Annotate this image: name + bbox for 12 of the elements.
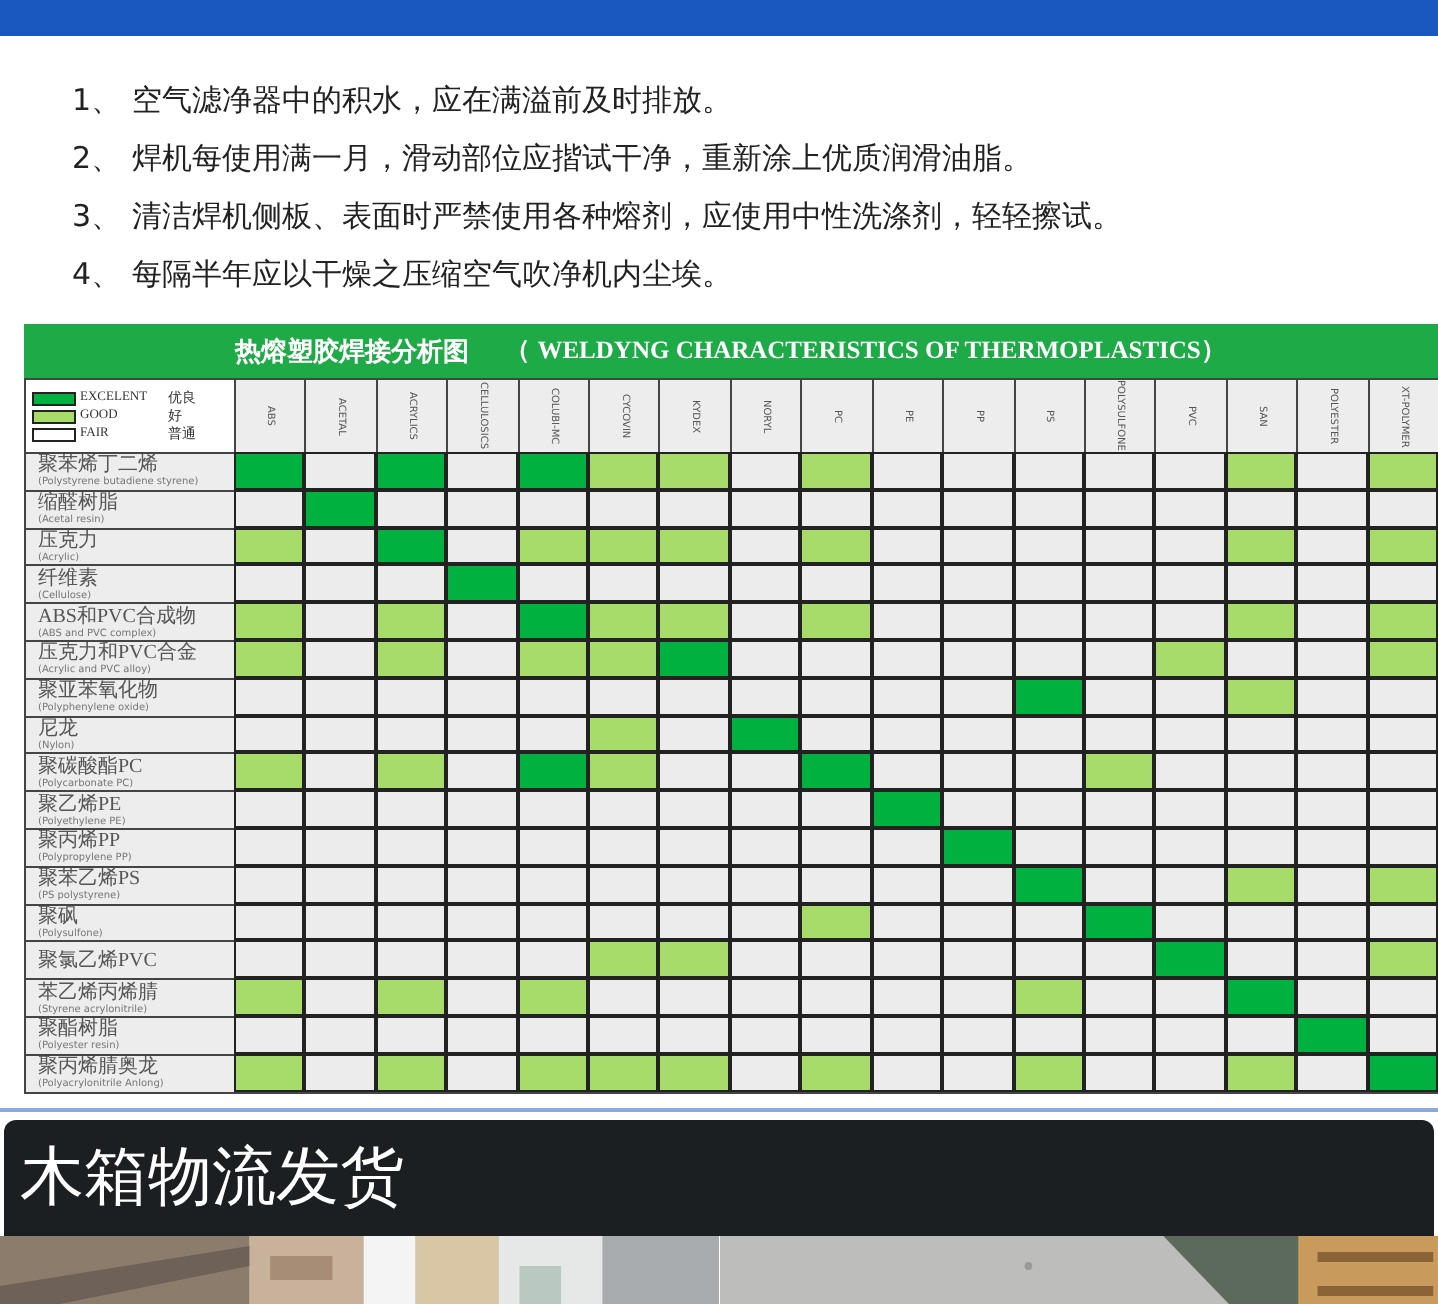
maintenance-tip: 每隔半年应以干燥之压缩空气吹净机内尘埃。 bbox=[132, 254, 732, 296]
list-number: 1、 bbox=[72, 80, 124, 122]
banner-title: 木箱物流发货 bbox=[20, 1135, 404, 1218]
row-header: 聚氯乙烯PVC bbox=[26, 942, 234, 979]
chart-title-english: （ WELDYNG CHARACTERISTICS OF THERMOPLASTICS） bbox=[505, 334, 1227, 368]
list-number: 3、 bbox=[72, 196, 124, 238]
maintenance-tip: 焊机每使用满一月，滑动部位应揩试干净，重新涂上优质润滑油脂。 bbox=[132, 138, 1032, 180]
maintenance-tip: 清洁焊机侧板、表面时严禁使用各种熔剂，应使用中性洗涤剂，轻轻擦试。 bbox=[132, 196, 1122, 238]
list-number: 4、 bbox=[72, 254, 124, 296]
list-number: 2、 bbox=[72, 138, 124, 180]
maintenance-tip: 空气滤净器中的积水，应在满溢前及时排放。 bbox=[132, 80, 732, 122]
chart-title: 热熔塑胶焊接分析图 bbox=[235, 333, 470, 369]
